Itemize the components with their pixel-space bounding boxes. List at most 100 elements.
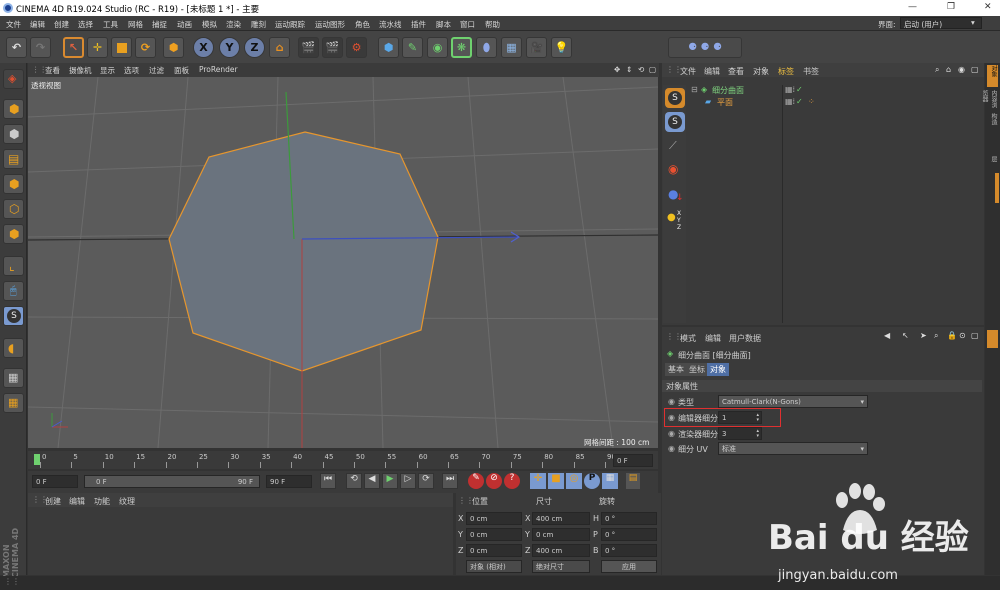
prev-frame-icon[interactable]: ◀: [364, 473, 380, 489]
menu-script[interactable]: 脚本: [436, 19, 451, 30]
lock-icon[interactable]: 🔒: [947, 331, 957, 340]
menu-mesh[interactable]: 网格: [128, 19, 143, 30]
attr-menu-userdata[interactable]: 用户数据: [729, 333, 761, 344]
start-frame-field[interactable]: 0 F: [32, 475, 78, 488]
locked-workplane-button[interactable]: ▦: [3, 368, 24, 388]
menu-sculpt[interactable]: 雕刻: [251, 19, 266, 30]
workplane-mode-button[interactable]: ▤: [3, 149, 24, 169]
material-menu-edit[interactable]: 编辑: [69, 496, 85, 507]
phong-tag-icon[interactable]: ⁘: [808, 97, 815, 106]
side-tab-content-browser[interactable]: 内容浏览器: [981, 90, 998, 110]
undo-button[interactable]: ↶: [6, 37, 27, 58]
go-start-icon[interactable]: ⏮: [320, 473, 336, 489]
point-mode-button[interactable]: ⬢: [3, 174, 24, 194]
object-mode-button[interactable]: ⬢: [163, 37, 184, 58]
next-frame-icon[interactable]: ▷: [400, 473, 416, 489]
visibility-icon[interactable]: ▦⁞: [785, 85, 795, 94]
position-y-field[interactable]: 0 cm: [466, 528, 522, 541]
enabled-check-icon[interactable]: ✓: [796, 97, 803, 106]
timeline-end-field[interactable]: 0 F: [613, 454, 653, 467]
object-menu-object[interactable]: 对象: [753, 66, 769, 77]
visibility-icon[interactable]: ▦⁞: [785, 97, 795, 106]
weight-tool-button[interactable]: ◉: [665, 160, 685, 180]
menu-character[interactable]: 角色: [355, 19, 370, 30]
key-position-icon[interactable]: ✛: [530, 473, 546, 489]
render-subdivision-field[interactable]: 3 ▴ ▾: [718, 427, 762, 440]
menu-help[interactable]: 帮助: [485, 19, 500, 30]
size-mode-select[interactable]: 绝对尺寸: [532, 560, 590, 573]
maximize-view-icon[interactable]: ▢: [649, 65, 656, 74]
subdivide-uv-select[interactable]: 标准 ▾: [718, 442, 868, 455]
panel-maximize-icon[interactable]: ▢: [971, 65, 979, 74]
record-icon[interactable]: ✎: [468, 473, 484, 489]
apply-button[interactable]: 应用: [601, 560, 657, 573]
material-menu-create[interactable]: 创建: [45, 496, 61, 507]
size-x-field[interactable]: 400 cm: [532, 512, 590, 525]
y-axis-button[interactable]: Y: [219, 37, 240, 58]
tab-object[interactable]: 对象: [707, 363, 729, 376]
coordinate-system-button[interactable]: ⌂: [269, 37, 290, 58]
texture-mode-button[interactable]: ⬢: [3, 124, 24, 144]
new-window-icon[interactable]: ⊙: [959, 331, 966, 340]
menu-render[interactable]: 渲染: [226, 19, 241, 30]
perspective-viewport[interactable]: 透视视图 网格间距 : 100 cm: [28, 77, 658, 448]
tab-coord[interactable]: 坐标: [686, 363, 708, 376]
live-select-button[interactable]: ↖: [63, 37, 84, 58]
pan-icon[interactable]: ✥: [614, 65, 620, 74]
attr-menu-mode[interactable]: 模式: [680, 333, 696, 344]
position-x-field[interactable]: 0 cm: [466, 512, 522, 525]
home-icon[interactable]: ⌂: [946, 65, 951, 74]
menu-mograph[interactable]: 运动图形: [315, 19, 345, 30]
make-editable-button[interactable]: ◈: [3, 69, 24, 89]
minimize-icon[interactable]: —: [908, 2, 917, 12]
menu-create[interactable]: 创建: [54, 19, 69, 30]
enabled-check-icon[interactable]: ✓: [796, 85, 803, 94]
redo-button[interactable]: ↷: [30, 37, 51, 58]
menu-motion-tracking[interactable]: 运动跟踪: [275, 19, 305, 30]
polygon-mode-button[interactable]: ⬢: [3, 224, 24, 244]
next-key-icon[interactable]: ⟳: [418, 473, 434, 489]
menu-snap[interactable]: 捕捉: [152, 19, 167, 30]
search-icon[interactable]: ⌕: [935, 65, 939, 75]
viewport-menu-prorender[interactable]: ProRender: [199, 65, 238, 74]
menu-pipeline[interactable]: 流水线: [379, 19, 402, 30]
object-menu-bookmarks[interactable]: 书签: [803, 66, 819, 77]
key-scale-icon[interactable]: ■: [548, 473, 564, 489]
menu-window[interactable]: 窗口: [460, 19, 475, 30]
viewport-menu-camera[interactable]: 摄像机: [69, 65, 92, 76]
subdivision-button[interactable]: ◉: [427, 37, 448, 58]
deformer-button[interactable]: ⬮: [476, 37, 497, 58]
timeline-window-icon[interactable]: ▤: [626, 473, 640, 489]
tree-row[interactable]: ▰ 平面: [691, 97, 781, 108]
menu-file[interactable]: 文件: [6, 19, 21, 30]
position-z-field[interactable]: 0 cm: [466, 544, 522, 557]
key-rotation-icon[interactable]: ◎: [566, 473, 582, 489]
rotation-h-field[interactable]: 0 °: [601, 512, 657, 525]
side-tab-attributes[interactable]: [987, 330, 998, 348]
move-button[interactable]: ✛: [87, 37, 108, 58]
viewport-menu-view[interactable]: 查看: [45, 65, 60, 76]
forward-arrow-icon[interactable]: ➤: [920, 331, 927, 340]
drop-tool-button[interactable]: ● ↓: [665, 185, 685, 205]
magnet-button[interactable]: ◖: [3, 338, 24, 358]
scale-button[interactable]: [111, 37, 132, 58]
material-manager[interactable]: ⋮⋮ 创建 编辑 功能 纹理: [28, 493, 453, 575]
tweak-mode-button[interactable]: 🖱: [3, 281, 24, 301]
viewport-menu-panel[interactable]: 面板: [174, 65, 189, 76]
size-z-field[interactable]: 400 cm: [532, 544, 590, 557]
sketch-tool-button[interactable]: S: [665, 88, 685, 108]
render-region-button[interactable]: 🎬: [298, 37, 319, 58]
side-tab-structure[interactable]: 构造: [987, 113, 998, 153]
radio-icon[interactable]: ◉: [668, 444, 675, 453]
object-menu-tag[interactable]: 标签: [778, 66, 794, 77]
key-pla-icon[interactable]: ▦: [602, 473, 618, 489]
tree-row[interactable]: ⊟ ◈ 细分曲面: [691, 85, 781, 96]
zoom-icon[interactable]: ⇕: [626, 65, 632, 74]
render-view-button[interactable]: 🎬: [322, 37, 343, 58]
menu-tools[interactable]: 工具: [103, 19, 118, 30]
menu-plugins[interactable]: 插件: [411, 19, 426, 30]
material-menu-function[interactable]: 功能: [94, 496, 110, 507]
type-select[interactable]: Catmull-Clark(N-Gons) ▾: [718, 395, 868, 408]
pen-button[interactable]: ✎: [402, 37, 423, 58]
view-icon[interactable]: ◉: [958, 65, 965, 74]
